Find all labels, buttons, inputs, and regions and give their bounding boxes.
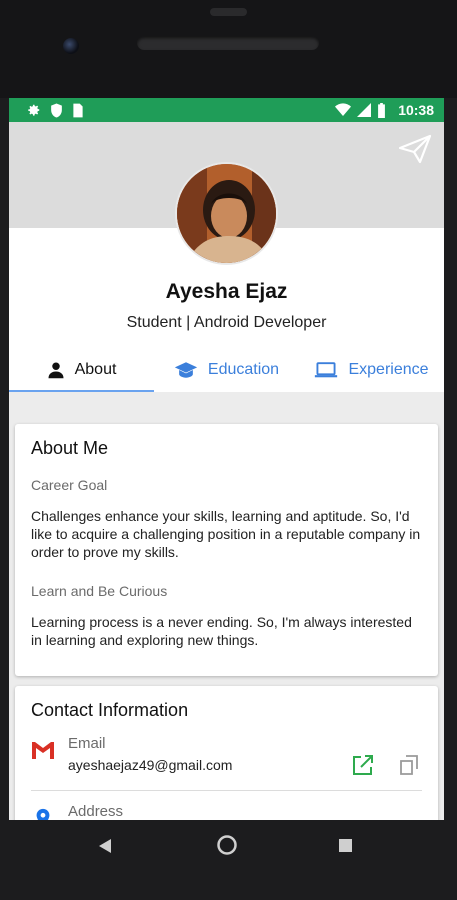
career-goal-text: Challenges enhance your skills, learning… [31,508,421,560]
learn-curious-text: Learning process is a never ending. So, … [31,614,412,648]
email-row: Email ayeshaejaz49@gmail.com [31,729,422,791]
copy-icon[interactable] [397,753,421,777]
back-icon[interactable] [98,838,112,854]
battery-icon [378,102,386,118]
open-external-icon[interactable] [351,753,375,777]
gear-icon [28,104,40,116]
tab-experience-label: Experience [348,361,429,378]
avatar[interactable] [175,162,278,265]
person-icon [48,362,64,379]
about-me-card: About Me Career Goal Challenges enhance … [15,424,438,676]
location-pin-icon [36,808,50,820]
recents-icon[interactable] [338,838,353,853]
phone-frame: 10:38 Ayesha Ejaz Student | Android Deve… [0,0,457,900]
send-icon[interactable] [398,134,432,164]
address-row: Address [31,797,422,820]
wifi-icon [335,103,352,116]
career-goal-label: Career Goal [31,477,108,493]
home-icon[interactable] [216,834,238,856]
laptop-icon [315,362,338,378]
navigation-bar [0,820,457,900]
status-bar: 10:38 [9,98,444,122]
contact-information-title: Contact Information [31,700,189,720]
email-label: Email [68,735,106,752]
profile-name: Ayesha Ejaz [165,280,288,303]
contact-information-card: Contact Information Email ayeshaejaz49@g… [15,686,438,820]
address-label: Address [68,803,124,820]
learn-curious-label: Learn and Be Curious [31,583,168,599]
profile-role: Student | Android Developer [126,314,327,331]
shield-icon [51,103,62,117]
about-me-title: About Me [31,438,109,458]
tab-experience[interactable]: Experience [299,348,444,392]
status-time: 10:38 [398,102,434,118]
graduation-cap-icon [174,362,198,378]
signal-icon [357,103,372,117]
earpiece-speaker [137,36,319,50]
tab-about-label: About [74,361,117,378]
avatar-photo [177,164,276,263]
app-screen: 10:38 Ayesha Ejaz Student | Android Deve… [9,98,444,820]
phone-top-bezel [0,0,457,98]
sim-card-icon [73,103,83,117]
top-slot [210,8,247,16]
tab-about[interactable]: About [9,348,154,392]
email-value: ayeshaejaz49@gmail.com [68,757,233,773]
gmail-icon [32,742,54,759]
tab-bar: About Education Experience [9,348,444,392]
front-camera [63,38,79,54]
tab-education[interactable]: Education [154,348,299,392]
tab-education-label: Education [207,361,280,378]
